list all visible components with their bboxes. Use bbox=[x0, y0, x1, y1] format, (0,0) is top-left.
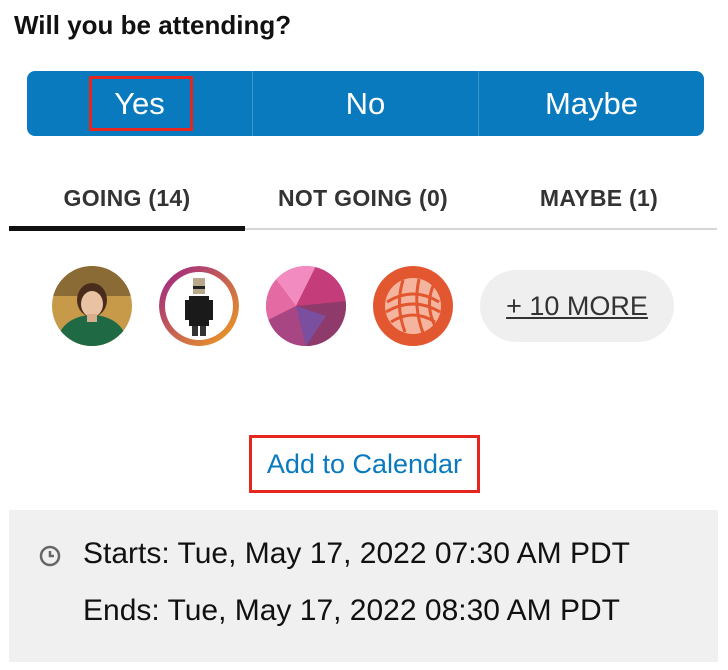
clock-icon bbox=[39, 545, 61, 567]
rsvp-maybe-button[interactable]: Maybe bbox=[479, 71, 704, 136]
rsvp-button-group: Yes No Maybe bbox=[27, 71, 704, 136]
add-to-calendar-link[interactable]: Add to Calendar bbox=[249, 435, 480, 493]
person-photo-avatar[interactable] bbox=[52, 266, 132, 346]
start-time: Starts: Tue, May 17, 2022 07:30 AM PDT bbox=[83, 537, 630, 570]
rsvp-yes-button[interactable]: Yes bbox=[27, 71, 253, 136]
tab-maybe[interactable]: MAYBE (1) bbox=[481, 168, 717, 228]
attendance-question: Will you be attending? bbox=[14, 10, 292, 40]
pixel-art-avatar[interactable] bbox=[159, 266, 239, 346]
attendee-tabs: GOING (14) NOT GOING (0) MAYBE (1) bbox=[9, 168, 717, 231]
pink-geometric-avatar[interactable] bbox=[266, 266, 346, 346]
more-attendees-button[interactable]: + 10 MORE bbox=[480, 270, 674, 342]
event-times-panel: Starts: Tue, May 17, 2022 07:30 AM PDT E… bbox=[9, 510, 718, 662]
rsvp-no-button[interactable]: No bbox=[253, 71, 479, 136]
tab-not-going[interactable]: NOT GOING (0) bbox=[245, 168, 481, 228]
tab-going[interactable]: GOING (14) bbox=[9, 168, 245, 231]
yarn-ball-avatar[interactable] bbox=[373, 266, 453, 346]
attendee-list: + 10 MORE bbox=[52, 266, 674, 346]
end-time: Ends: Tue, May 17, 2022 08:30 AM PDT bbox=[83, 594, 620, 627]
